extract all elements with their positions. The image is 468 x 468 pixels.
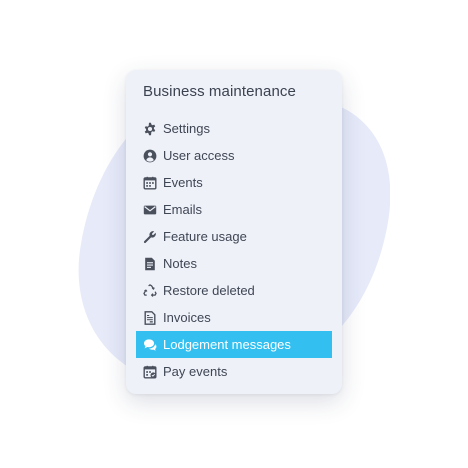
menu-item-label: Lodgement messages: [163, 337, 291, 352]
calendar-icon: [143, 176, 157, 190]
menu-item-user-access[interactable]: User access: [136, 142, 332, 169]
user-icon: [143, 149, 157, 163]
recycle-icon: [143, 283, 157, 298]
gear-icon: [143, 122, 157, 136]
invoice-icon: [143, 310, 157, 325]
menu-item-invoices[interactable]: Invoices: [136, 304, 332, 331]
menu-item-label: Events: [163, 175, 203, 190]
business-maintenance-panel: Business maintenance Settings User acces…: [126, 70, 342, 394]
menu-item-label: Settings: [163, 121, 210, 136]
menu-item-label: Feature usage: [163, 229, 247, 244]
menu-item-label: Notes: [163, 256, 197, 271]
maintenance-menu: Settings User access Events Emails Featu…: [136, 115, 332, 385]
menu-item-lodgement-messages[interactable]: Lodgement messages: [136, 331, 332, 358]
envelope-icon: [143, 203, 157, 217]
menu-item-restore-deleted[interactable]: Restore deleted: [136, 277, 332, 304]
menu-item-feature-usage[interactable]: Feature usage: [136, 223, 332, 250]
menu-item-notes[interactable]: Notes: [136, 250, 332, 277]
menu-item-label: Restore deleted: [163, 283, 255, 298]
menu-item-label: Emails: [163, 202, 203, 217]
chat-icon: [143, 338, 157, 352]
menu-item-events[interactable]: Events: [136, 169, 332, 196]
menu-item-label: User access: [163, 148, 235, 163]
menu-item-label: Invoices: [163, 310, 211, 325]
panel-title: Business maintenance: [143, 83, 296, 100]
wrench-icon: [143, 230, 157, 244]
page: Business maintenance Settings User acces…: [0, 0, 468, 468]
menu-item-pay-events[interactable]: Pay events: [136, 358, 332, 385]
menu-item-emails[interactable]: Emails: [136, 196, 332, 223]
menu-item-label: Pay events: [163, 364, 228, 379]
document-icon: [143, 257, 157, 271]
menu-item-settings[interactable]: Settings: [136, 115, 332, 142]
calendar-check-icon: [143, 365, 157, 379]
